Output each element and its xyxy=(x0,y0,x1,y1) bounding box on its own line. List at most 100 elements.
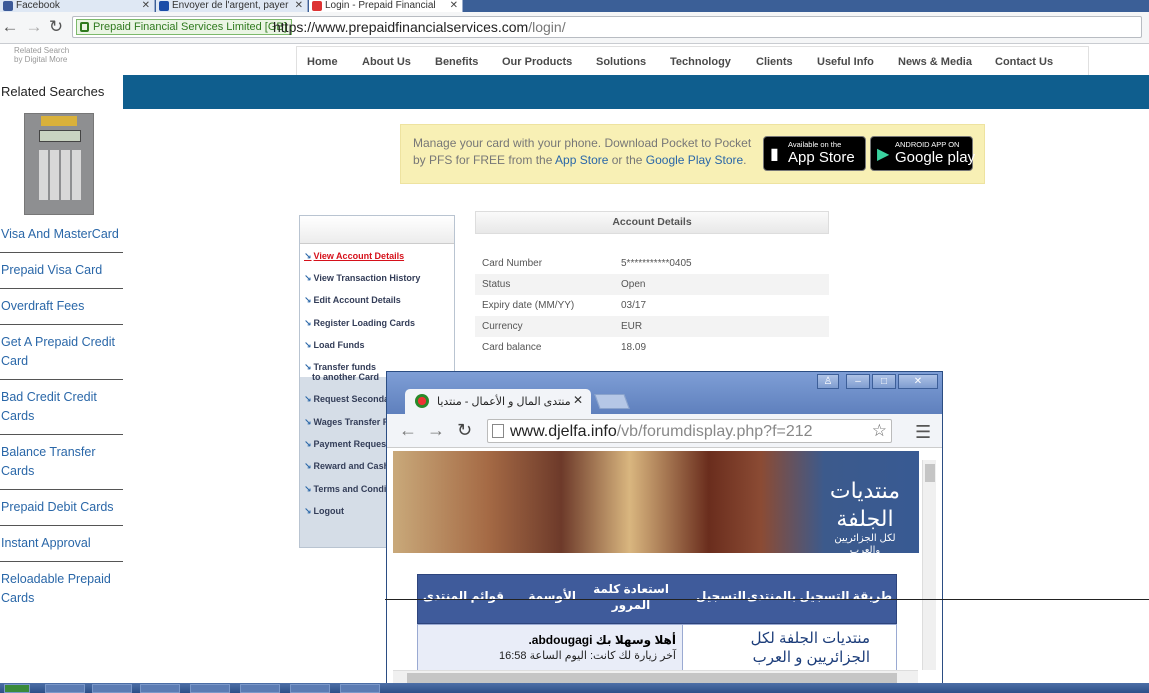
close-window-button[interactable]: ✕ xyxy=(898,374,938,389)
arrow-icon: ↘ xyxy=(304,362,312,372)
related-link[interactable]: Get A Prepaid Credit Card xyxy=(1,333,123,371)
related-searches-title: Related Searches xyxy=(1,84,105,99)
nav-clients[interactable]: Clients xyxy=(756,56,793,68)
related-link[interactable]: Balance Transfer Cards xyxy=(1,443,123,481)
menu-transfer-funds[interactable]: ↘ Transfer funds to another Card xyxy=(304,362,379,382)
menu-request-secondary[interactable]: ↘ Request Seconda xyxy=(304,394,389,404)
menu-view-account-details[interactable]: ↘ View Account Details xyxy=(304,251,404,261)
taskbar-item[interactable] xyxy=(92,684,132,693)
app-store-button[interactable]: ▮ Available on the App Store xyxy=(763,136,866,171)
arrow-icon: ↘ xyxy=(304,484,312,494)
overlay-address-bar[interactable]: www.djelfa.info/vb/forumdisplay.php?f=21… xyxy=(487,419,892,443)
divider xyxy=(0,434,123,435)
menu-terms[interactable]: ↘ Terms and Condit xyxy=(304,484,389,494)
menu-payment-request[interactable]: ↘ Payment Request xyxy=(304,439,389,449)
tab-login[interactable]: Login - Prepaid Financial ✕ xyxy=(309,0,463,12)
arrow-icon: ↘ xyxy=(304,340,312,350)
app-store-link[interactable]: App Store xyxy=(555,153,608,167)
forum-logo: منتديات الجلفة لكل الجزائريين والعرب xyxy=(829,478,901,556)
menu-logout[interactable]: ↘ Logout xyxy=(304,506,344,516)
nav-home[interactable]: Home xyxy=(307,56,338,68)
forum-banner: منتديات الجلفة لكل الجزائريين والعرب xyxy=(393,451,919,556)
overlay-tab-strip: منتدى المال و الأعمال - منتديا ✕ ♙ – □ ✕ xyxy=(387,372,942,414)
star-icon[interactable]: ☆ xyxy=(872,421,887,441)
overlay-tab[interactable]: منتدى المال و الأعمال - منتديا ✕ xyxy=(405,389,591,414)
nav-register[interactable]: التسجيل xyxy=(696,589,746,603)
start-icon[interactable] xyxy=(4,684,30,693)
menu-wages-transfer[interactable]: ↘ Wages Transfer F xyxy=(304,417,388,427)
nav-forum-lists[interactable]: قوائم المنتدى xyxy=(423,589,504,603)
menu-register-cards[interactable]: ↘ Register Loading Cards xyxy=(304,318,415,328)
nav-contact[interactable]: Contact Us xyxy=(995,56,1053,68)
google-play-button[interactable]: ▶ ANDROID APP ON Google play xyxy=(870,136,975,171)
url-text[interactable]: https://www.prepaidfinancialservices.com… xyxy=(273,19,566,35)
nav-benefits[interactable]: Benefits xyxy=(435,56,478,68)
taskbar-item[interactable] xyxy=(240,684,280,693)
new-tab-button[interactable] xyxy=(594,394,630,409)
taskbar-item[interactable] xyxy=(45,684,85,693)
arrow-icon: ↘ xyxy=(304,506,312,516)
divider xyxy=(0,252,123,253)
menu-view-transactions[interactable]: ↘ View Transaction History xyxy=(304,273,420,283)
nav-medals[interactable]: الأوسمة xyxy=(528,589,576,603)
divider xyxy=(0,288,123,289)
forum-site-title[interactable]: منتديات الجلفة لكل الجزائريين و العرب xyxy=(690,629,870,667)
taskbar-item[interactable] xyxy=(290,684,330,693)
detail-row: Card Number 5***********0405 xyxy=(482,258,692,269)
related-link[interactable]: Instant Approval xyxy=(1,534,123,553)
maximize-button[interactable]: □ xyxy=(872,374,896,389)
taskbar-item[interactable] xyxy=(340,684,380,693)
close-icon[interactable]: ✕ xyxy=(142,0,150,11)
menu-icon[interactable]: ☰ xyxy=(915,422,931,443)
close-icon[interactable]: ✕ xyxy=(295,0,303,11)
nav-about[interactable]: About Us xyxy=(362,56,411,68)
related-link[interactable]: Prepaid Visa Card xyxy=(1,261,123,280)
tab-paypal[interactable]: Envoyer de l'argent, payer ✕ xyxy=(156,0,308,12)
back-icon[interactable]: ← xyxy=(399,420,417,441)
close-icon[interactable]: ✕ xyxy=(450,0,458,11)
menu-reward-cash[interactable]: ↘ Reward and Cash xyxy=(304,461,389,471)
related-link[interactable]: Bad Credit Credit Cards xyxy=(1,388,123,426)
taskbar-item[interactable] xyxy=(190,684,230,693)
vertical-scrollbar[interactable] xyxy=(922,460,936,670)
nav-recover-password[interactable]: استعادة كلمة المرور xyxy=(591,581,671,613)
related-link[interactable]: Reloadable Prepaid Cards xyxy=(1,570,123,608)
detail-row: Currency EUR xyxy=(475,316,829,337)
nav-technology[interactable]: Technology xyxy=(670,56,731,68)
arrow-icon: ↘ xyxy=(304,295,312,305)
nav-useful-info[interactable]: Useful Info xyxy=(817,56,874,68)
related-link[interactable]: Prepaid Debit Cards xyxy=(1,498,123,517)
horizontal-scrollbar[interactable] xyxy=(393,670,918,684)
play-icon: ▶ xyxy=(877,146,890,163)
play-store-link[interactable]: Google Play Store xyxy=(646,153,743,167)
address-bar[interactable]: Prepaid Financial Services Limited [GB] … xyxy=(72,16,1142,38)
apple-icon: ▮ xyxy=(770,146,779,163)
forward-icon[interactable]: → xyxy=(24,16,44,38)
menu-edit-account[interactable]: ↘ Edit Account Details xyxy=(304,295,401,305)
reload-icon[interactable]: ↻ xyxy=(457,420,472,441)
minimize-button[interactable]: – xyxy=(846,374,870,389)
close-icon[interactable]: ✕ xyxy=(573,393,583,407)
arrow-icon: ↘ xyxy=(304,318,312,328)
arrow-icon: ↘ xyxy=(304,394,312,404)
forward-icon[interactable]: → xyxy=(427,420,445,441)
tab-facebook[interactable]: Facebook ✕ xyxy=(0,0,155,12)
nav-register-guide[interactable]: طريقة التسجيل بالمنتدى xyxy=(747,589,892,603)
site-nav: Home About Us Benefits Our Products Solu… xyxy=(296,46,1089,76)
nav-news-media[interactable]: News & Media xyxy=(898,56,972,68)
nav-products[interactable]: Our Products xyxy=(502,56,572,68)
tab-label: Envoyer de l'argent, payer xyxy=(172,0,289,11)
related-link[interactable]: Visa And MasterCard xyxy=(1,225,123,244)
ev-certificate-badge[interactable]: Prepaid Financial Services Limited [GB] xyxy=(76,19,292,35)
overlay-browser-window[interactable]: منتدى المال و الأعمال - منتديا ✕ ♙ – □ ✕… xyxy=(386,371,943,693)
forum-icon xyxy=(415,394,429,408)
user-icon[interactable]: ♙ xyxy=(817,374,839,389)
taskbar-item[interactable] xyxy=(140,684,180,693)
menu-load-funds[interactable]: ↘ Load Funds xyxy=(304,340,365,350)
reload-icon[interactable]: ↻ xyxy=(46,16,66,38)
related-link[interactable]: Overdraft Fees xyxy=(1,297,123,316)
arrow-icon: ↘ xyxy=(304,251,312,261)
nav-solutions[interactable]: Solutions xyxy=(596,56,646,68)
back-icon[interactable]: ← xyxy=(0,16,20,38)
browser-toolbar: ← → ↻ Prepaid Financial Services Limited… xyxy=(0,12,1149,44)
